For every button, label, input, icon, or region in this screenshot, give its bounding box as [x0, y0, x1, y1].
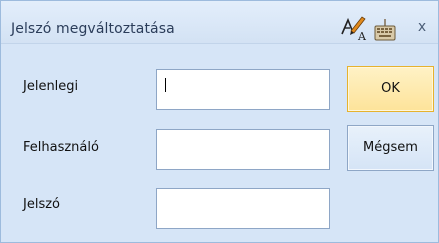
current-password-field[interactable] — [156, 69, 330, 110]
text-caret — [165, 78, 166, 92]
ok-button[interactable]: OK — [347, 66, 434, 112]
keyboard-icon[interactable] — [373, 17, 397, 43]
title-bar: Jelszó megváltoztatása A x — [1, 1, 438, 44]
close-icon[interactable]: x — [411, 16, 433, 38]
svg-text:A: A — [357, 30, 367, 42]
password-label: Jelszó — [23, 197, 60, 212]
current-password-label: Jelenlegi — [23, 79, 79, 94]
password-field[interactable] — [156, 188, 330, 229]
cancel-button[interactable]: Mégsem — [347, 125, 434, 171]
spellcheck-icon[interactable]: A — [340, 14, 370, 43]
dialog-title: Jelszó megváltoztatása — [11, 21, 175, 37]
change-password-dialog: Jelszó megváltoztatása A x Jelenlegi Fel… — [0, 0, 439, 243]
username-field[interactable] — [156, 129, 330, 170]
username-label: Felhasználó — [23, 140, 99, 155]
